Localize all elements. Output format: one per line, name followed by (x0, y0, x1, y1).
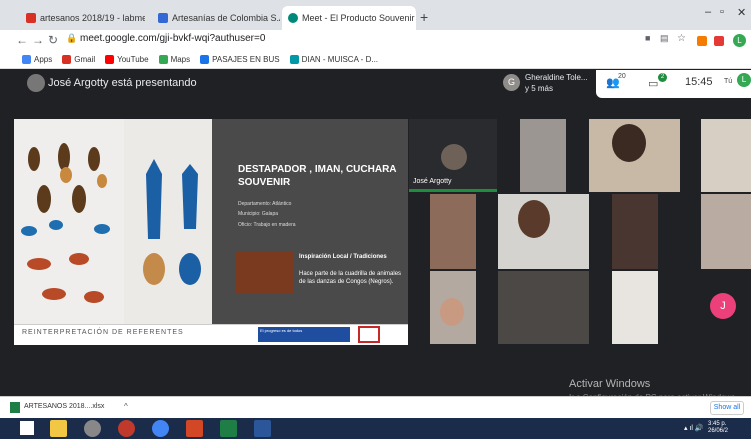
bookmark-gmail[interactable]: Gmail (62, 55, 95, 64)
apps-icon (22, 55, 31, 64)
dancers-image (236, 252, 294, 294)
translate-icon[interactable]: ▤ (660, 33, 669, 44)
app-icon[interactable] (118, 420, 135, 437)
product-photo-left (14, 119, 124, 324)
bookmark-maps[interactable]: Maps (158, 55, 190, 64)
reload-button[interactable]: ↻ (48, 33, 58, 47)
extension-icon[interactable] (714, 36, 724, 46)
powerpoint-icon[interactable] (186, 420, 203, 437)
blue-jaguar-image (143, 159, 201, 285)
participant-tile[interactable] (612, 271, 658, 344)
tab-artesanias[interactable]: Artesanías de Colombia S.A. - Co✕ (152, 6, 280, 30)
slide-municipio: Municipio: Galapa (238, 211, 279, 217)
self-avatar: L (737, 73, 751, 87)
excel-icon[interactable] (220, 420, 237, 437)
close-window-button[interactable]: ✕ (737, 6, 746, 19)
participant-avatar: J (710, 293, 736, 319)
product-photo-right (124, 119, 212, 324)
presenter-tile-avatar (441, 144, 467, 170)
tab-meet[interactable]: Meet - El Producto Souvenir✕ (282, 6, 416, 30)
participant-tile[interactable] (498, 271, 589, 344)
chevron-up-icon[interactable]: ^ (124, 402, 128, 411)
tab-label: artesanos 2018/19 - labmeta@c (40, 13, 145, 23)
speaking-indicator (409, 189, 497, 192)
government-logo: El progreso es de todos (258, 327, 350, 342)
tab-label: Meet - El Producto Souvenir (302, 13, 415, 23)
bookmarks-bar: Apps Gmail YouTube Maps PASAJES EN BUS D… (0, 51, 751, 69)
maps-icon (158, 55, 168, 64)
participant-face (518, 200, 550, 238)
slide-description: Hace parte de la cuadrilla de animales d… (299, 271, 402, 285)
slide-dept: Departamento: Atlántico (238, 201, 292, 207)
profile-avatar[interactable]: L (733, 34, 746, 47)
download-item[interactable]: ARTESANOS 2018....xlsx (24, 403, 104, 410)
word-icon[interactable] (254, 420, 271, 437)
participant-face (440, 298, 464, 326)
presenter-avatar (27, 74, 45, 92)
url-field[interactable]: meet.google.com/gji-bvkf-wqi?authuser=0 (80, 33, 265, 44)
participant-tile[interactable] (701, 194, 751, 269)
gmail-icon (26, 13, 36, 23)
slide-title: DESTAPADOR , IMAN, CUCHARA SOUVENIR (238, 164, 397, 188)
bookmark-apps[interactable]: Apps (22, 55, 52, 64)
maximize-button[interactable]: ▫ (720, 6, 724, 18)
bookmark-dian[interactable]: DIAN - MUISCA - D... (289, 55, 378, 64)
gmail-icon (62, 55, 72, 64)
dian-icon (289, 55, 299, 64)
new-tab-button[interactable]: + (420, 9, 428, 25)
download-bar (0, 396, 751, 418)
bus-icon (200, 55, 210, 64)
excel-file-icon (10, 402, 20, 413)
show-all-button[interactable]: Show all (710, 401, 744, 415)
tab-gmail[interactable]: artesanos 2018/19 - labmeta@c✕ (20, 6, 145, 30)
bookmark-pasajes[interactable]: PASAJES EN BUS (200, 55, 280, 64)
slide-oficio: Oficio: Trabajo en madera (238, 222, 296, 228)
self-label: Tú (724, 78, 733, 85)
windows-start-icon[interactable] (20, 421, 34, 435)
file-explorer-icon[interactable] (50, 420, 67, 437)
artesanias-logo (358, 326, 380, 343)
windows-taskbar (0, 418, 751, 439)
youtube-icon (105, 55, 115, 64)
chat-badge: 2 (658, 73, 667, 82)
participant-tile[interactable] (701, 119, 751, 192)
media-icon[interactable] (84, 420, 101, 437)
presenting-label: José Argotty está presentando (48, 77, 197, 89)
participant-face (612, 124, 646, 162)
host-name: Gheraldine Tole... (525, 73, 588, 82)
slide-subtitle: Inspiración Local / Tradiciones (299, 254, 387, 260)
chrome-icon[interactable] (152, 420, 169, 437)
activate-windows-text: Activar Windows (569, 378, 651, 390)
star-icon[interactable]: ☆ (677, 33, 686, 44)
presentation-slide: DESTAPADOR , IMAN, CUCHARA SOUVENIR Depa… (14, 119, 408, 345)
system-tray-icons[interactable]: ▴ ıl 🔊 (684, 424, 704, 432)
people-count: 20 (618, 73, 626, 80)
lock-icon: 🔒 (66, 33, 78, 43)
meet-icon (288, 13, 298, 23)
forward-button[interactable]: → (32, 33, 44, 47)
host-avatar: G (503, 74, 520, 91)
meeting-clock: 15:45 (685, 76, 713, 88)
participant-tile[interactable] (520, 119, 566, 192)
chat-icon[interactable]: ▭ (648, 77, 658, 90)
minimize-button[interactable]: – (705, 6, 711, 18)
tab-label: Artesanías de Colombia S.A. - Co (172, 13, 280, 23)
camera-icon[interactable]: ■ (645, 33, 650, 43)
participant-tile[interactable] (612, 194, 658, 269)
taskbar-clock[interactable]: 3:45 p. 26/06/2 (708, 421, 728, 435)
participant-name: José Argotty (413, 178, 452, 185)
extension-icon[interactable] (697, 36, 707, 46)
bookmark-youtube[interactable]: YouTube (105, 55, 149, 64)
slide-footer-title: REINTERPRETACIÓN DE REFERENTES (22, 329, 184, 336)
back-button[interactable]: ← (16, 33, 28, 47)
host-more: y 5 más (525, 84, 554, 93)
participant-tile[interactable] (430, 194, 476, 269)
artesanias-icon (158, 13, 168, 23)
spoon-figures-image (21, 143, 110, 303)
